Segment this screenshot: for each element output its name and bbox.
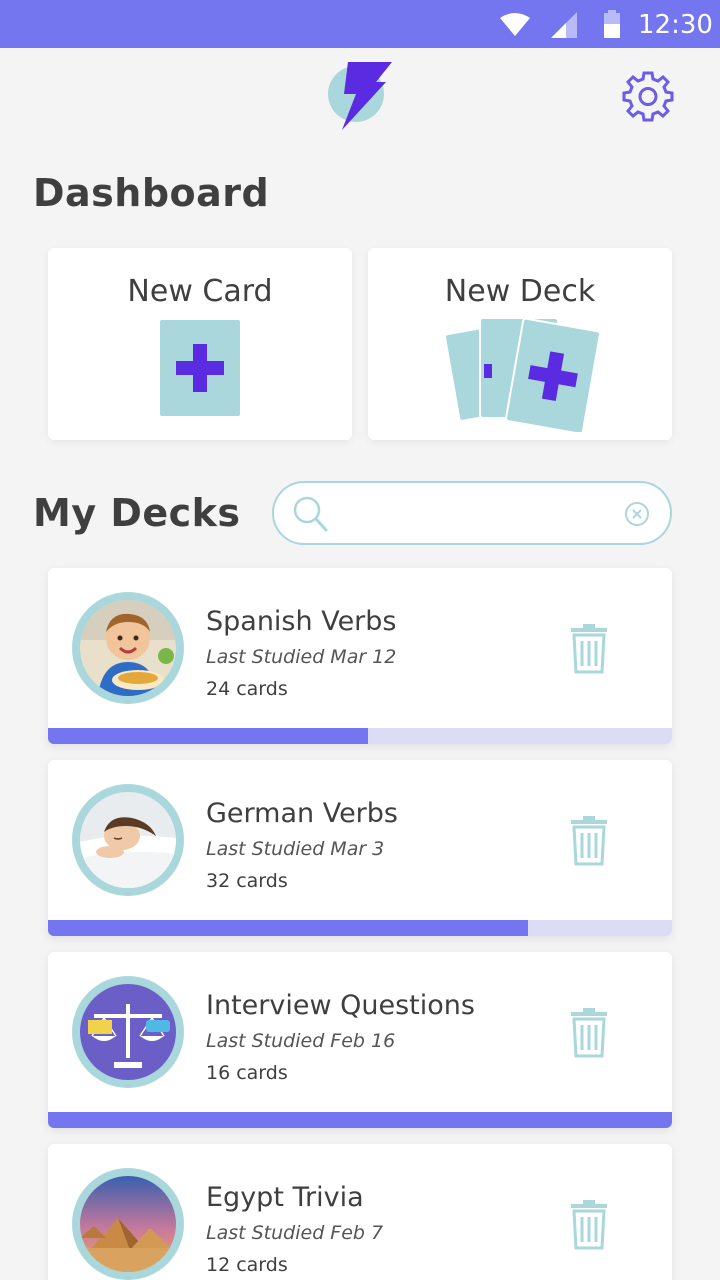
my-decks-title: My Decks [33, 491, 241, 535]
deck-avatar [72, 976, 184, 1088]
signal-icon [551, 12, 577, 38]
new-deck-label: New Deck [444, 274, 596, 309]
deck-card-egypt-trivia[interactable]: Egypt Trivia Last Studied Feb 7 12 cards [48, 1144, 672, 1280]
deck-last-studied: Last Studied Feb 16 [206, 1030, 396, 1052]
trash-icon[interactable] [568, 1198, 610, 1250]
deck-title: Spanish Verbs [206, 606, 397, 637]
deck-card-count: 24 cards [206, 678, 288, 700]
new-deck-button[interactable]: New Deck [368, 248, 672, 440]
deck-last-studied: Last Studied Mar 12 [206, 646, 397, 668]
deck-progress-fill [48, 728, 369, 744]
deck-avatar [72, 1168, 184, 1280]
search-icon [293, 496, 328, 532]
deck-progress-track [48, 728, 672, 744]
deck-last-studied: Last Studied Mar 3 [206, 838, 385, 860]
clear-icon[interactable] [624, 501, 650, 527]
deck-progress-track [48, 920, 672, 936]
deck-last-studied: Last Studied Feb 7 [206, 1222, 384, 1244]
deck-card-german-verbs[interactable]: German Verbs Last Studied Mar 3 32 cards [48, 760, 672, 936]
trash-icon[interactable] [568, 622, 610, 674]
new-card-label: New Card [127, 274, 273, 309]
new-card-button[interactable]: New Card [48, 248, 352, 440]
deck-progress-fill [48, 1112, 672, 1128]
plus-deck-icon [444, 317, 601, 432]
woman-sleeping-image [80, 792, 176, 888]
plus-card-icon [160, 320, 240, 416]
balance-scale-image [80, 984, 176, 1080]
deck-search-box[interactable] [272, 481, 672, 545]
deck-progress-track [48, 1112, 672, 1128]
deck-title: German Verbs [206, 798, 398, 829]
deck-search-input[interactable] [336, 493, 616, 533]
status-time: 12:30 [638, 10, 713, 40]
deck-card-count: 32 cards [206, 870, 288, 892]
deck-card-spanish-verbs[interactable]: Spanish Verbs Last Studied Mar 12 24 car… [48, 568, 672, 744]
deck-title: Interview Questions [206, 990, 475, 1021]
pyramids-image [80, 1176, 176, 1272]
wifi-icon [500, 13, 530, 36]
boy-eating-image [80, 600, 176, 696]
status-bar: 12:30 [0, 0, 720, 48]
deck-progress-fill [48, 920, 528, 936]
logo-bolt-icon[interactable] [326, 60, 394, 132]
deck-card-count: 12 cards [206, 1254, 288, 1276]
battery-icon [604, 10, 620, 38]
deck-card-interview-questions[interactable]: Interview Questions Last Studied Feb 16 … [48, 952, 672, 1128]
dashboard-title: Dashboard [33, 171, 270, 215]
trash-icon[interactable] [568, 814, 610, 866]
trash-icon[interactable] [568, 1006, 610, 1058]
settings-gear-icon[interactable] [622, 70, 674, 122]
deck-avatar [72, 784, 184, 896]
deck-title: Egypt Trivia [206, 1182, 364, 1213]
deck-card-count: 16 cards [206, 1062, 288, 1084]
deck-avatar [72, 592, 184, 704]
